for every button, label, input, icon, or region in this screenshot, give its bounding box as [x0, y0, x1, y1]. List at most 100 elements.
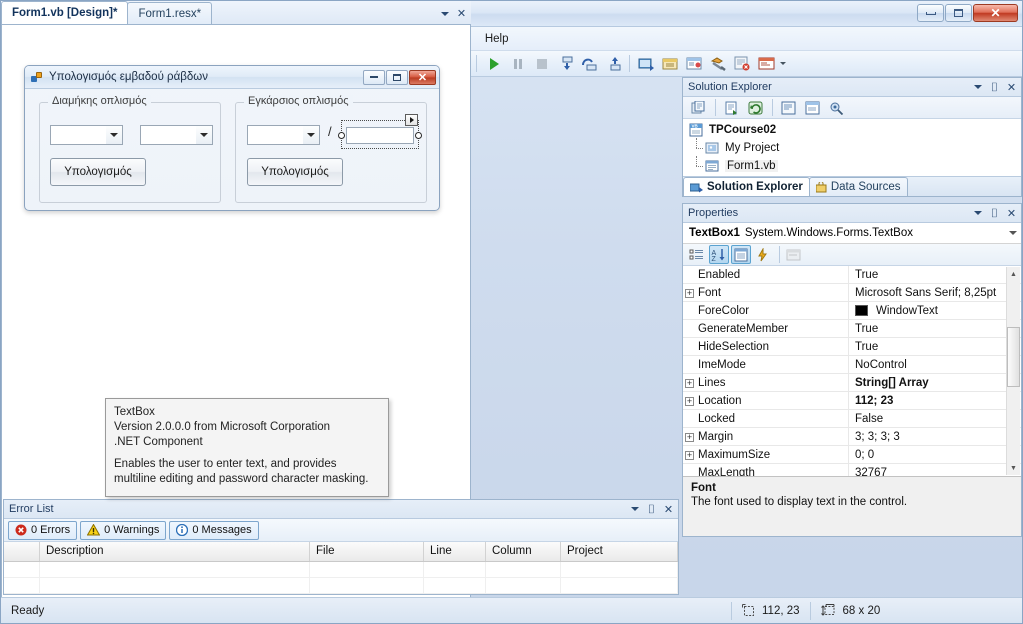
immediate-window-icon[interactable]	[755, 53, 777, 75]
properties-grid[interactable]: Enabled True + Font Microsoft Sans Serif; 8…	[683, 266, 1021, 476]
properties-close-icon[interactable]: ✕	[1004, 206, 1019, 221]
solution-explorer-close-icon[interactable]: ✕	[1004, 80, 1019, 95]
property-row[interactable]: Enabled True	[683, 266, 1021, 284]
tree-node-project[interactable]: VB TPCourse02	[683, 121, 1021, 139]
table-row[interactable]	[4, 562, 678, 578]
smart-tag-button[interactable]	[405, 114, 418, 126]
chevron-down-icon[interactable]	[303, 126, 319, 144]
document-close-icon[interactable]: ✕	[454, 6, 469, 21]
groupbox-transverse[interactable]: Εγκάρσιος οπλισμός / Υπολογισμός	[235, 95, 427, 203]
solution-explorer-menu-chevron-down-icon[interactable]	[970, 80, 985, 95]
property-value[interactable]: 112; 23	[848, 391, 1021, 410]
categorized-icon[interactable]	[687, 245, 707, 264]
tab-data-sources[interactable]: Data Sources	[808, 177, 908, 196]
messages-filter-button[interactable]: 0 Messages	[169, 520, 259, 540]
object-browser-icon[interactable]	[683, 53, 705, 75]
chevron-down-icon[interactable]	[196, 126, 212, 144]
selected-textbox1[interactable]	[338, 114, 422, 149]
chevron-down-icon[interactable]	[106, 126, 122, 144]
property-row[interactable]: + Location 112; 23	[683, 391, 1021, 410]
property-value[interactable]: 32767	[848, 463, 1021, 476]
property-pages-icon[interactable]	[784, 245, 804, 264]
properties-icon[interactable]	[688, 97, 710, 119]
button-calc-longitudinal[interactable]: Υπολογισμός	[50, 158, 146, 186]
properties-menu-chevron-down-icon[interactable]	[970, 206, 985, 221]
error-list-body[interactable]	[4, 562, 678, 594]
property-row[interactable]: MaxLength 32767	[683, 463, 1021, 476]
events-view-icon[interactable]	[753, 245, 773, 264]
property-value[interactable]: Microsoft Sans Serif; 8,25pt	[848, 283, 1021, 302]
minimize-button[interactable]	[917, 4, 944, 22]
errors-filter-button[interactable]: 0 Errors	[8, 520, 78, 540]
property-row[interactable]: + Lines String[] Array	[683, 373, 1021, 392]
tree-node-form1-vb[interactable]: Form1.vb	[683, 156, 1021, 175]
resize-handle-right[interactable]	[415, 132, 422, 139]
step-out-icon[interactable]	[602, 53, 624, 75]
properties-scrollbar[interactable]: ▲ ▼	[1006, 267, 1020, 475]
step-into-icon[interactable]	[554, 53, 576, 75]
winform-preview[interactable]: Υπολογισμός εμβαδού ράβδων ✕ Διαμήκης οπ…	[24, 65, 440, 211]
scroll-up-icon[interactable]: ▲	[1007, 267, 1020, 281]
pause-icon[interactable]	[506, 53, 528, 75]
combobox-longitudinal-2[interactable]	[140, 125, 213, 145]
view-designer-icon[interactable]	[802, 97, 824, 119]
tab-form1-resx[interactable]: Form1.resx*	[127, 2, 213, 24]
property-row[interactable]: HideSelection True	[683, 337, 1021, 356]
solution-tree[interactable]: VB TPCourse02 My Project Form1.vb	[683, 119, 1021, 172]
expand-icon[interactable]: +	[683, 450, 696, 460]
table-row[interactable]	[4, 578, 678, 594]
show-all-files-icon[interactable]	[721, 97, 743, 119]
winform-maximize-button[interactable]	[386, 69, 408, 85]
property-value[interactable]: NoControl	[848, 355, 1021, 374]
property-value[interactable]: False	[848, 409, 1021, 428]
expand-icon[interactable]: +	[683, 396, 696, 406]
refresh-icon[interactable]	[745, 97, 767, 119]
combobox-longitudinal-1[interactable]	[50, 125, 123, 145]
start-debug-icon[interactable]	[482, 53, 504, 75]
column-column[interactable]: Column	[486, 542, 561, 561]
solution-explorer-pin-icon[interactable]: ⌷	[987, 80, 1002, 95]
property-value[interactable]: String[] Array	[848, 373, 1021, 392]
document-list-chevron-down-icon[interactable]	[437, 6, 452, 21]
properties-window-icon[interactable]	[659, 53, 681, 75]
tab-form1-design[interactable]: Form1.vb [Design]*	[1, 1, 129, 24]
property-value[interactable]: True	[848, 337, 1021, 356]
view-code-icon[interactable]	[778, 97, 800, 119]
toolbar-overflow-chevron-down-icon[interactable]	[778, 53, 788, 75]
class-view-icon[interactable]	[826, 97, 848, 119]
error-list-menu-chevron-down-icon[interactable]	[627, 502, 642, 517]
property-value[interactable]: 3; 3; 3; 3	[848, 427, 1021, 446]
column-file[interactable]: File	[310, 542, 424, 561]
column-line[interactable]: Line	[424, 542, 486, 561]
property-row[interactable]: ImeMode NoControl	[683, 355, 1021, 374]
warnings-filter-button[interactable]: 0 Warnings	[80, 520, 167, 540]
close-button[interactable]: ✕	[973, 4, 1018, 22]
winform-minimize-button[interactable]	[363, 69, 385, 85]
property-row[interactable]: + MaximumSize 0; 0	[683, 445, 1021, 464]
error-list-close-icon[interactable]: ✕	[661, 502, 676, 517]
property-value[interactable]: 0; 0	[848, 445, 1021, 464]
property-value[interactable]: True	[848, 319, 1021, 338]
tab-solution-explorer[interactable]: Solution Explorer	[683, 177, 810, 196]
scroll-down-icon[interactable]: ▼	[1007, 461, 1020, 475]
object-selector-chevron-down-icon[interactable]	[1005, 224, 1021, 243]
properties-object-selector[interactable]: TextBox1 System.Windows.Forms.TextBox	[683, 223, 1021, 244]
properties-pin-icon[interactable]: ⌷	[987, 206, 1002, 221]
expand-icon[interactable]: +	[683, 378, 696, 388]
alphabetical-icon[interactable]: AZ	[709, 245, 729, 264]
scroll-thumb[interactable]	[1007, 327, 1020, 387]
property-row[interactable]: ForeColor WindowText	[683, 301, 1021, 320]
stop-icon[interactable]	[530, 53, 552, 75]
solution-explorer-icon[interactable]	[635, 53, 657, 75]
column-icon[interactable]	[4, 542, 40, 561]
step-over-icon[interactable]	[578, 53, 600, 75]
resize-handle-left[interactable]	[338, 132, 345, 139]
combobox-transverse-1[interactable]	[247, 125, 320, 145]
property-row[interactable]: + Font Microsoft Sans Serif; 8,25pt	[683, 283, 1021, 302]
property-row[interactable]: Locked False	[683, 409, 1021, 428]
property-row[interactable]: + Margin 3; 3; 3; 3	[683, 427, 1021, 446]
column-description[interactable]: Description	[40, 542, 310, 561]
property-value[interactable]: True	[848, 266, 1021, 284]
winform-close-button[interactable]: ✕	[409, 69, 436, 85]
maximize-button[interactable]	[945, 4, 972, 22]
